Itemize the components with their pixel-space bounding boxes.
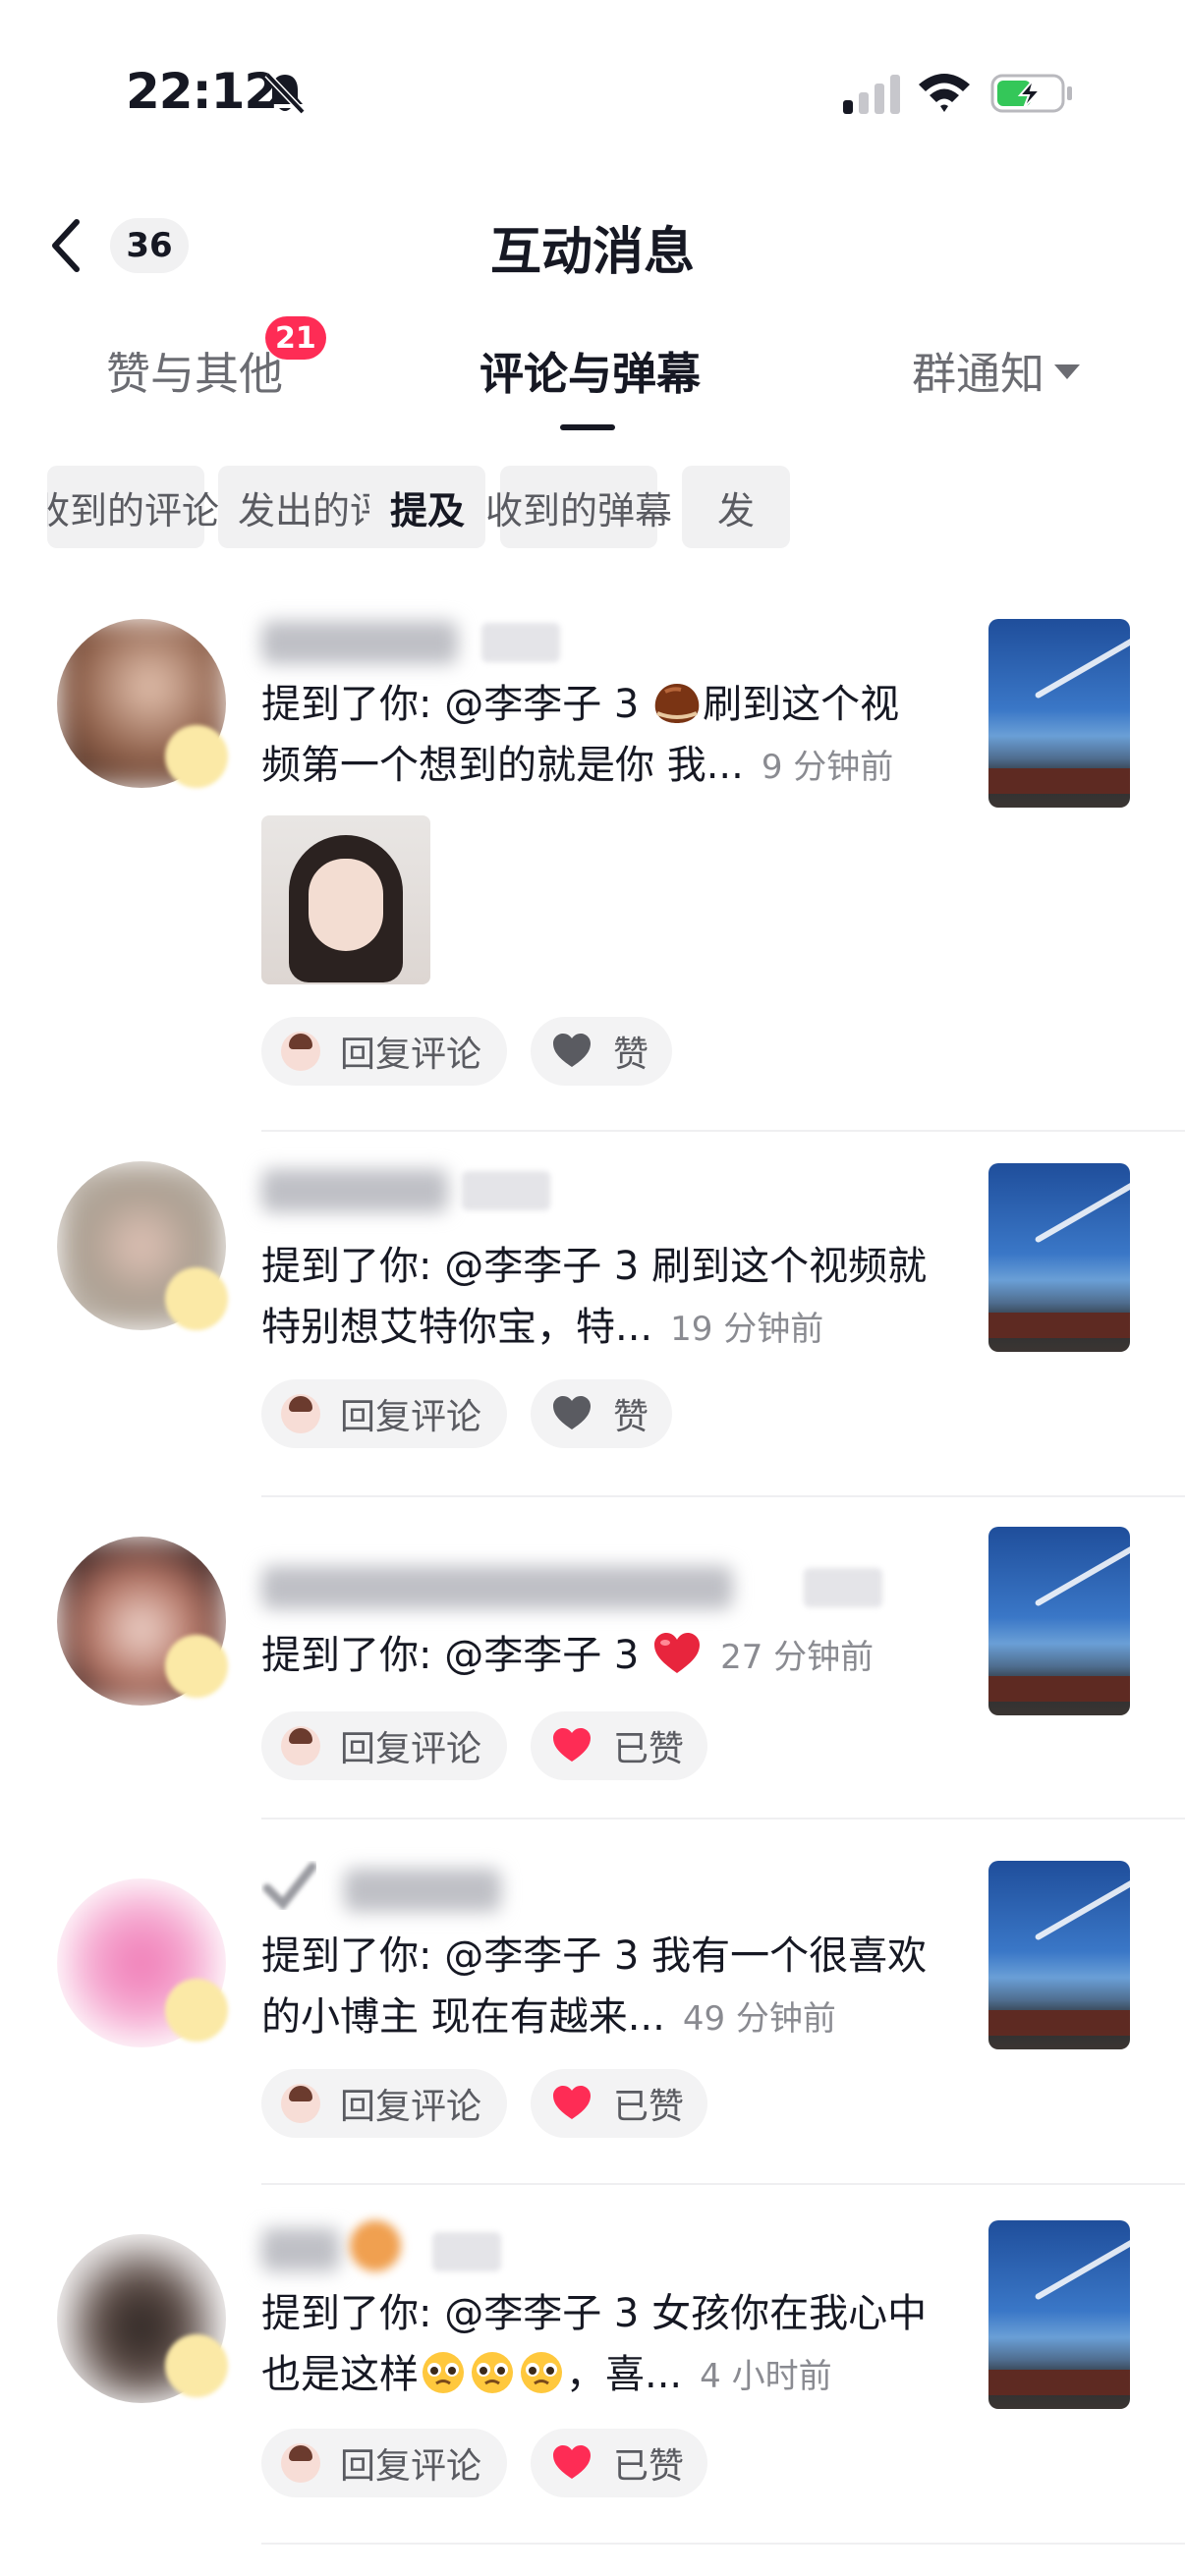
heart-filled-icon bbox=[553, 2445, 591, 2479]
heart-icon bbox=[553, 1396, 591, 1429]
chip-sent-danmaku[interactable]: 发 bbox=[682, 466, 790, 548]
comment-text[interactable]: 提到了你: @李李子 3 女孩你在我心中也是这样 ，喜... 4 小时前 bbox=[261, 2283, 930, 2407]
comment-photo[interactable] bbox=[261, 815, 430, 984]
tab-group-label: 群通知 bbox=[912, 348, 1045, 400]
video-thumbnail[interactable] bbox=[988, 1527, 1130, 1715]
comment-text[interactable]: 提到了你: @李李子 3 27 分钟前 bbox=[261, 1625, 930, 1688]
thumbnail-light-beam bbox=[1034, 1876, 1130, 1941]
pleading-face-emoji-icon bbox=[521, 2352, 562, 2393]
reply-comment-button[interactable]: 回复评论 bbox=[261, 2429, 507, 2497]
comment-text[interactable]: 提到了你: @李李子 3 我有一个很喜欢的小博主 现在有越来... 49 分钟前 bbox=[261, 1926, 930, 2049]
username[interactable] bbox=[261, 1169, 448, 1212]
username[interactable] bbox=[261, 1566, 733, 1609]
tab-comments-and-danmaku[interactable]: 评论与弹幕 bbox=[480, 338, 701, 402]
list-item[interactable]: 提到了你: @李李子 3 刷到这个视频就特别想艾特你宝，特... 19 分钟前 回… bbox=[0, 1151, 1185, 1497]
avatar-badge bbox=[165, 1267, 228, 1330]
user-tag bbox=[481, 623, 560, 662]
thumbnail-boat bbox=[988, 1676, 1130, 1702]
check-mark-icon bbox=[262, 1862, 316, 1910]
thumbnail-boat bbox=[988, 2010, 1130, 2036]
chip-received-danmaku[interactable]: 收到的弹幕 bbox=[485, 466, 672, 548]
username[interactable] bbox=[261, 621, 458, 664]
avatar-badge bbox=[165, 1635, 228, 1698]
reply-avatar-icon bbox=[281, 1394, 320, 1433]
filter-chips: 收到的评论 发出的评论 提及 收到的弹幕 发 bbox=[47, 466, 1132, 548]
like-button[interactable]: 赞 bbox=[531, 1379, 673, 1448]
active-tab-indicator bbox=[560, 424, 615, 430]
user-tag bbox=[462, 1171, 550, 1210]
username[interactable] bbox=[261, 2228, 340, 2271]
liked-button[interactable]: 已赞 bbox=[531, 1711, 708, 1780]
like-button[interactable]: 赞 bbox=[531, 1017, 673, 1086]
heart-icon bbox=[553, 1034, 591, 1067]
list-item[interactable]: 提到了你: @李李子 3 女孩你在我心中也是这样 ，喜... 4 小时前 回复评论 … bbox=[0, 2211, 1185, 2554]
avatar-badge bbox=[165, 1979, 228, 2042]
user-tag bbox=[804, 1568, 882, 1607]
thumbnail-light-beam bbox=[1034, 2236, 1130, 2301]
battery-charging-icon bbox=[990, 74, 1072, 113]
heart-filled-icon bbox=[553, 2086, 591, 2119]
avatar-badge bbox=[165, 725, 228, 788]
liked-button[interactable]: 已赞 bbox=[531, 2429, 708, 2497]
tab-group-notifications[interactable]: 群通知 bbox=[912, 338, 1081, 402]
list-item[interactable]: 提到了你: @李李子 3 刷到这个视频第一个想到的就是你 我... 9 分钟前 回… bbox=[0, 609, 1185, 1132]
username-emoji bbox=[350, 2220, 401, 2271]
wifi-icon bbox=[919, 74, 970, 112]
video-thumbnail[interactable] bbox=[988, 2220, 1130, 2409]
chip-mentions[interactable]: 提及 bbox=[369, 466, 485, 548]
red-heart-emoji-icon bbox=[654, 1633, 701, 1673]
photo-face bbox=[309, 859, 383, 951]
comment-text[interactable]: 提到了你: @李李子 3 刷到这个视频就特别想艾特你宝，特... 19 分钟前 bbox=[261, 1236, 930, 1360]
reply-comment-button[interactable]: 回复评论 bbox=[261, 1017, 507, 1086]
chip-received-comments[interactable]: 收到的评论 bbox=[47, 466, 219, 548]
thumbnail-boat bbox=[988, 1313, 1130, 1338]
reply-avatar-icon bbox=[281, 1032, 320, 1071]
tab-likes-badge: 21 bbox=[265, 316, 326, 360]
status-bar: 22:12 bbox=[0, 0, 1185, 187]
reply-avatar-icon bbox=[281, 1726, 320, 1765]
bell-off-icon bbox=[264, 72, 306, 115]
divider bbox=[261, 2183, 1185, 2185]
reply-comment-button[interactable]: 回复评论 bbox=[261, 1711, 507, 1780]
thumbnail-light-beam bbox=[1034, 1179, 1130, 1244]
reply-avatar-icon bbox=[281, 2443, 320, 2483]
video-thumbnail[interactable] bbox=[988, 1163, 1130, 1352]
comment-text[interactable]: 提到了你: @李李子 3 刷到这个视频第一个想到的就是你 我... 9 分钟前 bbox=[261, 674, 930, 798]
avatar-badge bbox=[165, 2334, 228, 2397]
user-tag bbox=[432, 2232, 501, 2271]
divider bbox=[261, 2543, 1185, 2545]
reply-comment-button[interactable]: 回复评论 bbox=[261, 2069, 507, 2138]
status-time: 22:12 bbox=[126, 63, 278, 120]
divider bbox=[261, 1130, 1185, 1132]
divider bbox=[261, 1495, 1185, 1497]
heart-filled-icon bbox=[553, 1728, 591, 1762]
caret-down-icon bbox=[1054, 364, 1081, 379]
reply-avatar-icon bbox=[281, 2084, 320, 2123]
thumbnail-boat bbox=[988, 2370, 1130, 2395]
video-thumbnail[interactable] bbox=[988, 619, 1130, 808]
video-thumbnail[interactable] bbox=[988, 1861, 1130, 2049]
pleading-face-emoji-icon bbox=[423, 2352, 464, 2393]
cellular-signal-icon bbox=[843, 75, 900, 114]
thumbnail-light-beam bbox=[1034, 1542, 1130, 1607]
liked-button[interactable]: 已赞 bbox=[531, 2069, 708, 2138]
pleading-face-emoji-icon bbox=[472, 2352, 513, 2393]
thumbnail-light-beam bbox=[1034, 635, 1130, 700]
list-item[interactable]: 提到了你: @李李子 3 27 分钟前 回复评论 已赞 bbox=[0, 1517, 1185, 1820]
divider bbox=[261, 1818, 1185, 1820]
chestnut-emoji-icon bbox=[654, 684, 700, 723]
list-item[interactable]: 提到了你: @李李子 3 我有一个很喜欢的小博主 现在有越来... 49 分钟前 … bbox=[0, 1849, 1185, 2185]
thumbnail-boat bbox=[988, 768, 1130, 794]
tab-likes-and-others[interactable]: 赞与其他 bbox=[106, 338, 283, 402]
reply-comment-button[interactable]: 回复评论 bbox=[261, 1379, 507, 1448]
username[interactable] bbox=[344, 1869, 501, 1912]
page-title: 互动消息 bbox=[489, 223, 695, 282]
